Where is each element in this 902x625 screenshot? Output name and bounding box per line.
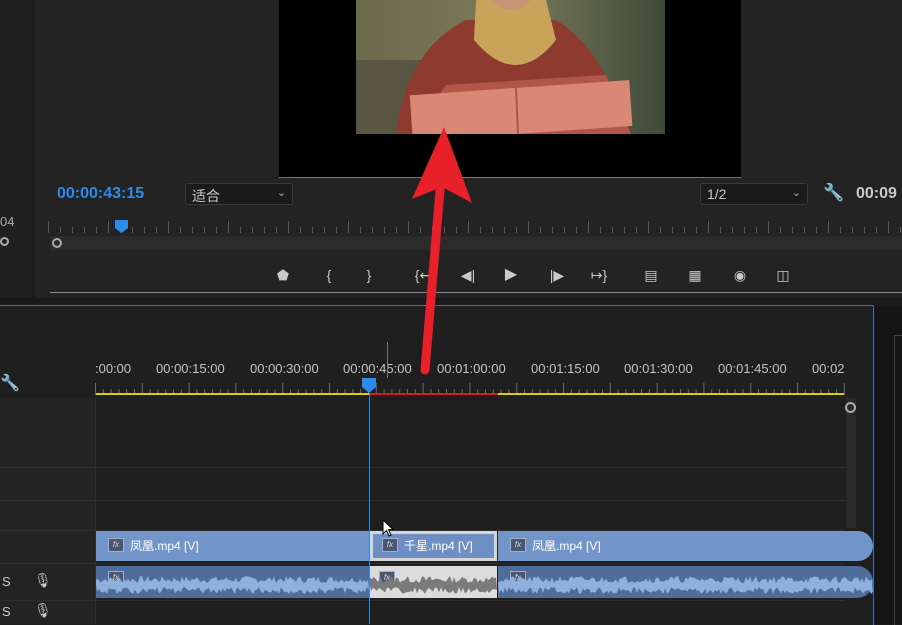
fx-badge-icon: fx bbox=[108, 538, 124, 552]
timeline-wrench-icon[interactable]: 🔧 bbox=[0, 373, 20, 393]
video-clip[interactable]: fx 凤凰.mp4 [V] bbox=[498, 531, 873, 561]
mark-out-icon[interactable]: } bbox=[358, 264, 380, 286]
annotation-arrow bbox=[400, 125, 480, 375]
lift-icon[interactable]: ▤ bbox=[640, 264, 662, 286]
microphone-icon[interactable]: 🎙 bbox=[34, 602, 52, 619]
render-bar-red bbox=[370, 393, 498, 395]
add-marker-icon[interactable]: ⬟ bbox=[272, 264, 294, 286]
clip-label: 千星.mp4 [V] bbox=[404, 539, 473, 553]
zoom-handle[interactable] bbox=[52, 238, 62, 248]
chevron-down-icon: ⌄ bbox=[276, 187, 286, 199]
audio-clip[interactable]: fx bbox=[498, 566, 873, 598]
timeline-vscrollbar[interactable] bbox=[846, 398, 856, 528]
mouse-cursor-icon bbox=[382, 518, 395, 542]
ruler-label: 00:01:45:00 bbox=[718, 361, 787, 376]
timeline-playhead-handle[interactable] bbox=[362, 378, 376, 393]
fit-dropdown-value: 适合 bbox=[192, 188, 220, 204]
current-timecode[interactable]: 00:00:43:15 bbox=[57, 185, 144, 203]
right-panel-edge bbox=[874, 305, 902, 625]
left-edge-value: 04 bbox=[0, 214, 15, 229]
track-label-a2: S bbox=[2, 604, 11, 619]
left-playhead-knob[interactable] bbox=[0, 237, 9, 246]
ruler-label: :00:00 bbox=[95, 361, 132, 376]
wrench-icon[interactable]: 🔧 bbox=[823, 183, 844, 203]
snap-indicator bbox=[387, 342, 388, 378]
step-forward-icon[interactable]: |▶ bbox=[546, 264, 568, 286]
clip-label: 凤凰.mp4 [V] bbox=[130, 539, 199, 553]
go-to-out-icon[interactable]: ↦} bbox=[588, 264, 610, 286]
ruler-label: 00:00:15:00 bbox=[156, 361, 225, 376]
frame-bottom-edge bbox=[279, 177, 741, 178]
fx-badge-icon: fx bbox=[510, 538, 526, 552]
export-frame-camera-icon[interactable]: ◉ bbox=[729, 264, 751, 286]
monitor-playhead[interactable] bbox=[115, 220, 128, 233]
audio-clip[interactable]: fx bbox=[96, 566, 369, 598]
ruler-label: 00:02 bbox=[812, 361, 845, 376]
microphone-icon[interactable]: 🎙 bbox=[34, 572, 52, 589]
vscroll-handle[interactable] bbox=[845, 402, 856, 413]
resolution-dropdown[interactable]: 1/2 ⌄ bbox=[700, 183, 808, 205]
left-panel-strip: 04 bbox=[0, 0, 32, 298]
resolution-dropdown-value: 1/2 bbox=[707, 186, 727, 202]
chevron-down-icon: ⌄ bbox=[791, 187, 801, 199]
ruler-label: 00:01:15:00 bbox=[531, 361, 600, 376]
extract-icon[interactable]: ▦ bbox=[684, 264, 706, 286]
ruler-label: 00:01:30:00 bbox=[624, 361, 693, 376]
audio-clip-selected[interactable]: fx bbox=[370, 566, 497, 598]
mark-in-icon[interactable]: { bbox=[318, 264, 340, 286]
comparison-view-icon[interactable]: ◫ bbox=[772, 264, 794, 286]
fit-dropdown[interactable]: 适合 ⌄ bbox=[185, 183, 293, 205]
video-preview bbox=[356, 0, 665, 134]
duration-timecode: 00:09 bbox=[856, 185, 897, 202]
video-clip[interactable]: fx 凤凰.mp4 [V] bbox=[96, 531, 369, 561]
track-label-a1: S bbox=[2, 574, 11, 589]
play-icon[interactable]: ▶ bbox=[500, 264, 522, 286]
timeline-playhead-line[interactable] bbox=[369, 393, 370, 624]
track-headers bbox=[0, 398, 95, 624]
clip-label: 凤凰.mp4 [V] bbox=[532, 539, 601, 553]
ruler-label: 00:00:30:00 bbox=[250, 361, 319, 376]
